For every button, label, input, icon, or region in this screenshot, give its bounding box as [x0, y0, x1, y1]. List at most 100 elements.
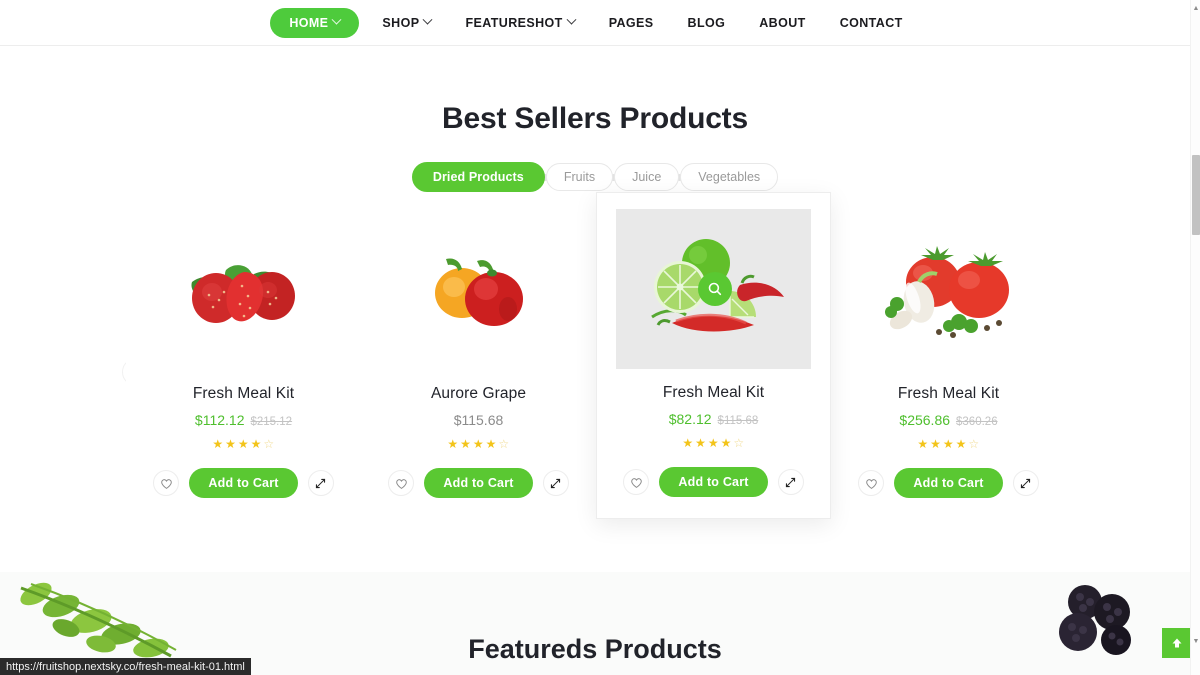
wishlist-button[interactable]: [623, 469, 650, 495]
star-empty-icon: ☆: [263, 437, 275, 451]
product-name[interactable]: Aurore Grape: [431, 385, 526, 403]
compare-button[interactable]: [1012, 470, 1039, 496]
wishlist-button[interactable]: [388, 470, 415, 496]
star-filled-icon: ★: [955, 437, 967, 451]
nav-item-contact[interactable]: CONTACT: [823, 16, 920, 30]
heart-icon: [161, 478, 172, 489]
star-filled-icon: ★: [707, 436, 720, 450]
product-price-row: $82.12 $115.68: [669, 411, 759, 427]
product-actions: Add to Cart: [858, 468, 1039, 498]
add-to-cart-button[interactable]: Add to Cart: [894, 468, 1003, 498]
nav-item-home[interactable]: HOME: [270, 7, 360, 38]
star-filled-icon: ★: [720, 436, 732, 450]
product-current-price: $256.86: [899, 412, 951, 428]
wishlist-button[interactable]: [858, 470, 885, 496]
chevron-down-icon: [423, 14, 433, 25]
product-price-row: $256.86 $360.26: [899, 412, 997, 428]
heart-icon: [396, 478, 407, 489]
nav-item-blog[interactable]: BLOG: [671, 16, 743, 30]
product-image-tomatoes-garlic[interactable]: [851, 210, 1046, 370]
arrow-up-icon: [1172, 638, 1182, 648]
nav-item-shop[interactable]: SHOP: [365, 14, 448, 30]
chevron-down-icon: [566, 14, 577, 25]
compare-icon: [1021, 478, 1031, 488]
product-current-price: $82.12: [668, 411, 712, 427]
product-card[interactable]: Fresh Meal Kit $82.12 $115.68 ★ ★ ★ ★ ☆ Add to C…: [596, 192, 831, 519]
compare-icon: [786, 477, 796, 487]
add-to-cart-button[interactable]: Add to Cart: [189, 468, 298, 498]
nav-item-label: FEATURESHOT: [465, 15, 563, 30]
compare-button[interactable]: [777, 469, 804, 495]
product-name[interactable]: Fresh Meal Kit: [193, 385, 294, 403]
star-empty-icon: ☆: [733, 436, 745, 450]
browser-status-bar: https://fruitshop.nextsky.co/fresh-meal-…: [0, 658, 251, 675]
star-filled-icon: ★: [942, 437, 955, 451]
nav-item-label: CONTACT: [839, 15, 903, 30]
product-rating: ★ ★ ★ ★ ☆: [682, 436, 744, 450]
nav-item-label: PAGES: [608, 15, 654, 30]
star-filled-icon: ★: [212, 437, 224, 451]
product-old-price: $115.68: [717, 415, 759, 427]
star-empty-icon: ☆: [968, 437, 980, 451]
star-filled-icon: ★: [237, 437, 250, 451]
star-filled-icon: ★: [447, 437, 459, 451]
nav-item-pages[interactable]: PAGES: [592, 16, 671, 30]
compare-button[interactable]: [542, 470, 569, 496]
product-old-price: $360.26: [956, 416, 998, 428]
filter-tab-fruits[interactable]: Fruits: [545, 163, 614, 191]
product-actions: Add to Cart: [623, 467, 804, 497]
nav-item-label: ABOUT: [759, 15, 806, 30]
heart-icon: [866, 478, 877, 489]
product-rating: ★ ★ ★ ★ ☆: [447, 437, 509, 451]
wishlist-button[interactable]: [153, 470, 180, 496]
star-filled-icon: ★: [485, 437, 497, 451]
filter-tab-dried-products[interactable]: Dried Products: [411, 162, 545, 192]
quick-view-button[interactable]: [698, 272, 732, 306]
star-filled-icon: ★: [225, 437, 237, 451]
best-sellers-section: Best Sellers Products Dried Products Frui…: [0, 47, 1190, 572]
product-old-price: $215.12: [250, 416, 293, 428]
filter-tab-vegetables[interactable]: Vegetables: [680, 163, 779, 191]
product-name[interactable]: Fresh Meal Kit: [898, 385, 999, 403]
nav-item-label: HOME: [289, 15, 329, 30]
compare-icon: [551, 478, 561, 488]
product-rating: ★ ★ ★ ★ ☆: [212, 437, 274, 451]
star-filled-icon: ★: [917, 437, 929, 451]
chevron-down-icon: [331, 14, 342, 25]
product-card[interactable]: Aurore Grape $115.68 ★ ★ ★ ★ ☆ Add to Cart: [361, 210, 596, 535]
product-card[interactable]: Fresh Meal Kit $256.86 $360.26 ★ ★ ★ ★ ☆ Add to …: [831, 210, 1066, 535]
star-empty-icon: ☆: [498, 437, 510, 451]
product-carousel: ← → Fresh Meal Kit$112.12$215.12★★★★☆Add…: [0, 192, 1190, 570]
add-to-cart-button[interactable]: Add to Cart: [659, 467, 768, 497]
product-image-strawberries[interactable]: [146, 210, 341, 370]
star-filled-icon: ★: [930, 437, 942, 451]
scrollbar-down-arrow-icon[interactable]: ▼: [1191, 635, 1200, 647]
search-icon: [708, 282, 722, 296]
product-track: Fresh Meal Kit $112.12 $215.12 ★ ★ ★ ★ ☆ Add to …: [126, 192, 1066, 570]
heart-icon: [631, 477, 642, 488]
product-actions: Add to Cart: [153, 468, 334, 498]
product-card[interactable]: Fresh Meal Kit $112.12 $215.12 ★ ★ ★ ★ ☆ Add to …: [126, 210, 361, 535]
nav-item-featureshot[interactable]: FEATURESHOT: [448, 14, 591, 30]
page-root: HOME SHOP FEATURESHOT PAGES BLOG ABOUT CONTACT…: [0, 0, 1200, 675]
site-header: HOME SHOP FEATURESHOT PAGES BLOG ABOUT CONTACT: [0, 0, 1190, 46]
product-filter-tabs: Dried Products Fruits Juice Vegetables: [0, 162, 1190, 192]
scroll-to-top-button[interactable]: [1162, 628, 1192, 658]
compare-icon: [316, 478, 326, 488]
product-rating: ★ ★ ★ ★ ☆: [917, 437, 979, 451]
star-filled-icon: ★: [472, 437, 485, 451]
blackberries-decoration-image: [1050, 582, 1160, 672]
compare-button[interactable]: [307, 470, 334, 496]
filter-tab-juice[interactable]: Juice: [614, 163, 680, 191]
product-name[interactable]: Fresh Meal Kit: [663, 384, 764, 402]
scrollbar-thumb[interactable]: [1192, 155, 1200, 235]
nav-item-about[interactable]: ABOUT: [742, 16, 822, 30]
scrollbar-up-arrow-icon[interactable]: ▲: [1191, 2, 1200, 14]
add-to-cart-button[interactable]: Add to Cart: [424, 468, 533, 498]
product-image-limes-chili[interactable]: [616, 209, 811, 369]
product-image-bell-peppers[interactable]: [381, 210, 576, 370]
page-title: Best Sellers Products: [442, 102, 748, 135]
product-price-row: $112.12 $215.12: [195, 412, 292, 428]
nav-item-label: SHOP: [382, 15, 420, 30]
page-scrollbar[interactable]: ▲ ▼: [1190, 0, 1200, 675]
